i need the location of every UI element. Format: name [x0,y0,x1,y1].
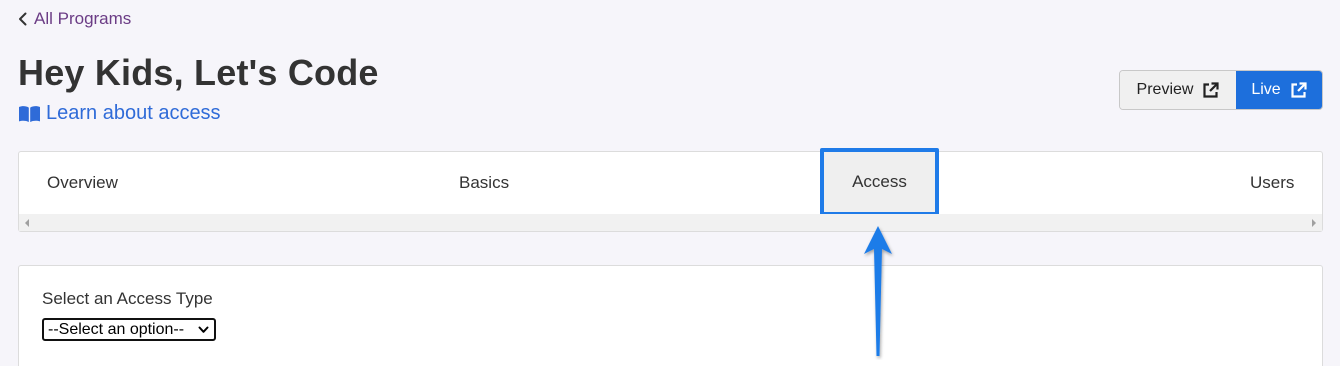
external-link-icon [1291,81,1307,98]
preview-button[interactable]: Preview [1120,71,1236,109]
chevron-left-icon [19,12,27,26]
tab-basics[interactable]: Basics [459,152,509,214]
preview-button-label: Preview [1136,81,1194,98]
book-open-icon [19,105,40,122]
access-type-selected-value: --Select an option-- [48,320,185,338]
back-link-all-programs[interactable]: All Programs [18,9,131,29]
external-link-icon [1203,81,1220,98]
tab-users[interactable]: Users [1250,152,1294,214]
chevron-down-icon [198,326,209,333]
tabs-horizontal-scrollbar[interactable] [19,214,1322,231]
learn-about-access-link[interactable]: Learn about access [18,102,221,125]
scroll-left-arrow-icon[interactable] [25,219,29,227]
annotation-arrow-icon [864,226,892,356]
access-type-card: Select an Access Type --Select an option… [18,265,1323,366]
program-tabs: Overview Basics Access Users [18,148,1323,232]
learn-link-label: Learn about access [46,102,221,124]
live-button[interactable]: Live [1236,71,1322,109]
live-button-label: Live [1251,81,1281,98]
tab-access[interactable]: Access [820,148,939,216]
view-mode-button-group: Preview Live [1119,70,1323,110]
scroll-right-arrow-icon[interactable] [1312,219,1316,227]
access-type-label: Select an Access Type [42,289,213,308]
back-link-label: All Programs [34,9,132,28]
tab-overview[interactable]: Overview [47,152,118,214]
access-type-select[interactable]: --Select an option-- [42,318,216,341]
page-title: Hey Kids, Let's Code [18,52,379,93]
